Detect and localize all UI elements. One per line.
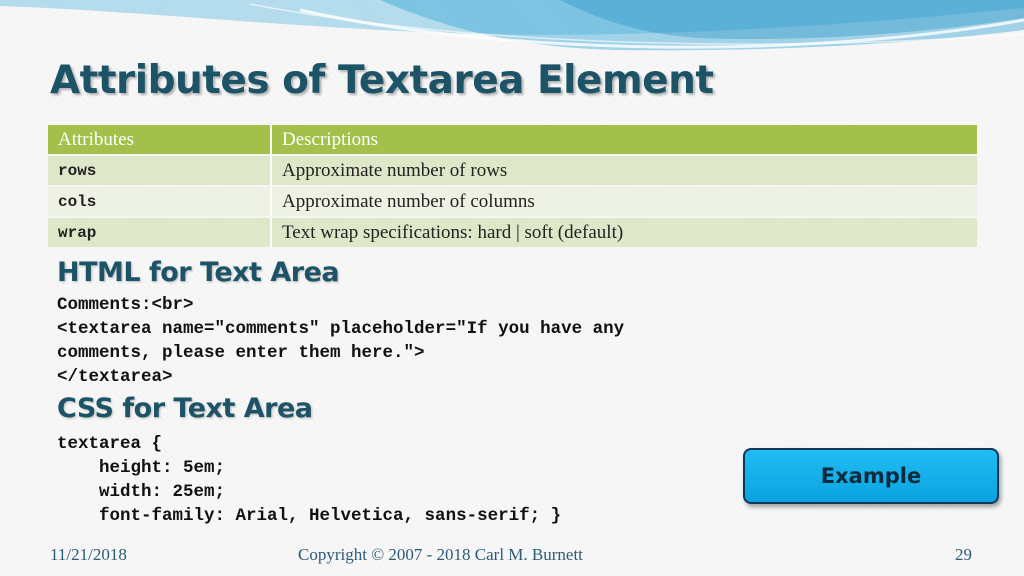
code-line: <textarea name="comments" placeholder="I… <box>57 319 625 339</box>
html-section-heading: HTML for Text Area <box>57 257 340 288</box>
code-line: comments, please enter them here."> <box>57 343 425 363</box>
html-code-block: Comments:<br> <textarea name="comments" p… <box>57 293 624 389</box>
description-cell: Approximate number of rows <box>272 156 977 185</box>
code-line: textarea { <box>57 434 163 454</box>
slide-title: Attributes of Textarea Element <box>50 58 714 103</box>
attribute-cell: wrap <box>48 218 272 247</box>
table-row: rows Approximate number of rows <box>48 156 977 185</box>
description-cell: Approximate number of columns <box>272 187 977 216</box>
code-line: font-family: Arial, Helvetica, sans-seri… <box>57 506 562 526</box>
code-line: width: 25em; <box>57 482 226 502</box>
code-line: height: 5em; <box>57 458 226 478</box>
code-line: Comments:<br> <box>57 295 194 315</box>
table-row: wrap Text wrap specifications: hard | so… <box>48 218 977 247</box>
css-section-heading: CSS for Text Area <box>57 393 313 424</box>
attribute-cell: rows <box>48 156 272 185</box>
description-cell: Text wrap specifications: hard | soft (d… <box>272 218 977 247</box>
css-code-block: textarea { height: 5em; width: 25em; fon… <box>57 432 561 528</box>
example-button[interactable]: Example <box>743 448 999 504</box>
table-header-row: Attributes Descriptions <box>48 125 977 154</box>
attribute-cell: cols <box>48 187 272 216</box>
footer-page-number: 29 <box>955 545 972 564</box>
example-button-label: Example <box>820 464 922 488</box>
attributes-table: Attributes Descriptions rows Approximate… <box>48 123 977 249</box>
table-row: cols Approximate number of columns <box>48 187 977 216</box>
code-line: </textarea> <box>57 367 173 387</box>
column-header-attributes: Attributes <box>48 125 272 154</box>
footer-copyright: Copyright © 2007 - 2018 Carl M. Burnett <box>298 545 583 564</box>
column-header-descriptions: Descriptions <box>272 125 977 154</box>
footer-date: 11/21/2018 <box>50 545 127 564</box>
